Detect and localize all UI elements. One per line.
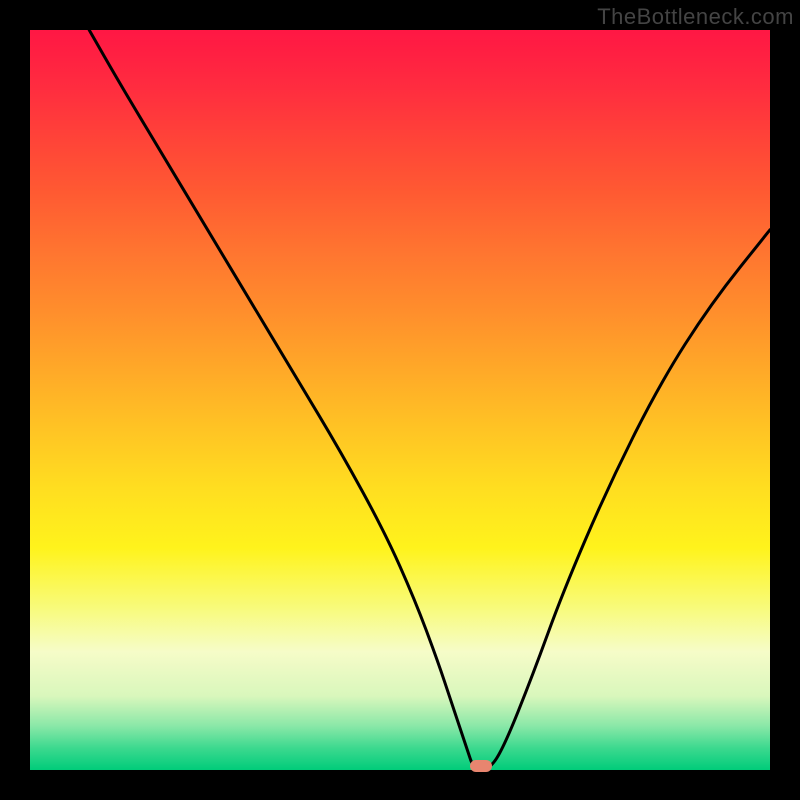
plot-area xyxy=(30,30,770,770)
chart-frame: TheBottleneck.com xyxy=(0,0,800,800)
optimum-marker xyxy=(470,760,492,772)
bottleneck-curve xyxy=(89,30,770,770)
curve-svg xyxy=(30,30,770,770)
watermark-text: TheBottleneck.com xyxy=(597,4,794,30)
